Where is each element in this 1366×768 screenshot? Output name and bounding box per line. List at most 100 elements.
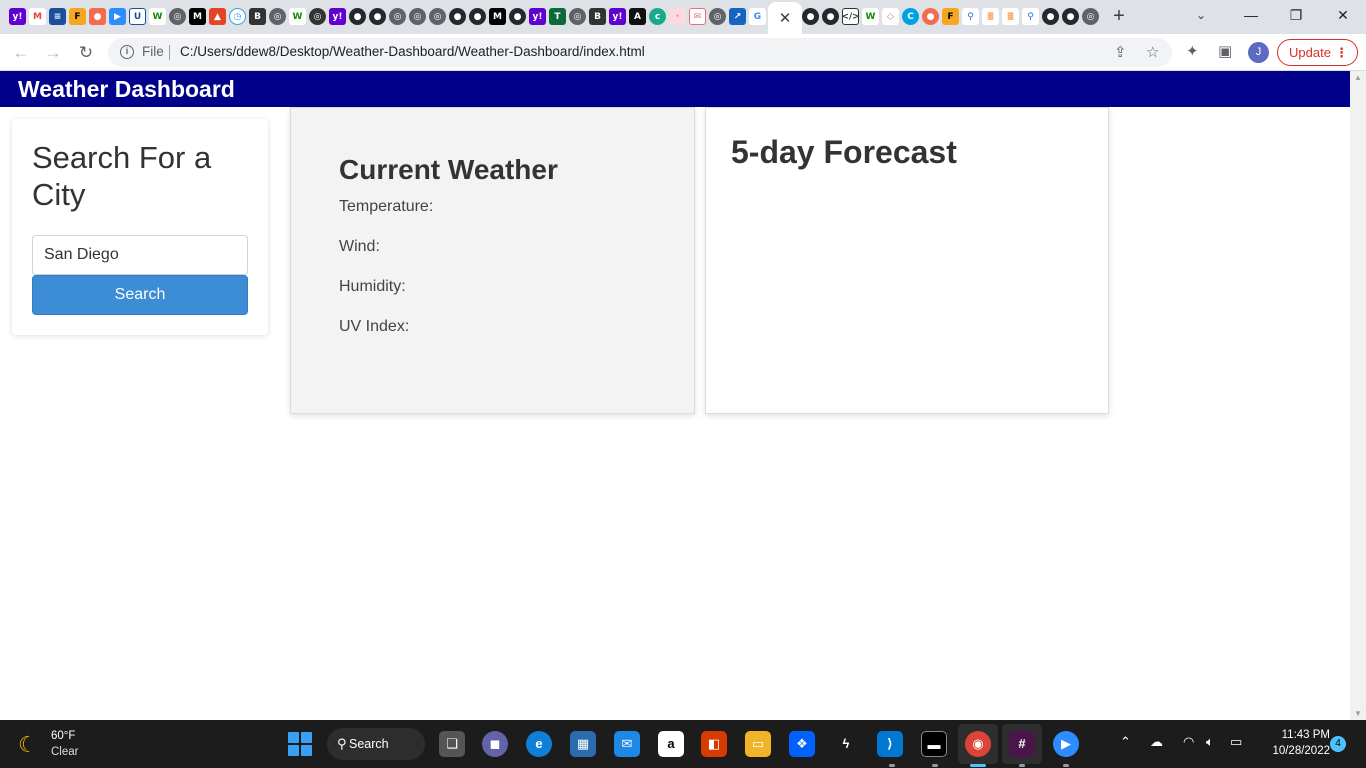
yahoo-tab-icon[interactable]: y! — [609, 8, 626, 25]
zoom-tab-icon[interactable]: ▶ — [109, 8, 126, 25]
gitlab-tab-icon[interactable]: ▲ — [209, 8, 226, 25]
side-panel-icon[interactable]: ▣ — [1218, 42, 1232, 60]
github-tab-icon[interactable]: ● — [802, 8, 819, 25]
news-tab-icon[interactable]: ≡ — [49, 8, 66, 25]
arrow-tab-icon[interactable]: ↗ — [729, 8, 746, 25]
battery-icon[interactable]: ▭ — [1230, 734, 1242, 750]
globe-tab-icon[interactable]: ◎ — [389, 8, 406, 25]
site-info-icon[interactable]: i — [120, 45, 134, 59]
ti-tab-icon[interactable]: T — [549, 8, 566, 25]
chrome-icon[interactable]: ◉ — [965, 731, 991, 757]
search-button[interactable]: Search — [32, 275, 248, 315]
kebab-menu-icon[interactable]: ⋮ — [1335, 40, 1348, 65]
mail-icon[interactable]: ✉ — [614, 731, 640, 757]
clock-time[interactable]: 11:43 PM — [1270, 729, 1330, 741]
onedrive-cloud-icon[interactable]: ☁ — [1150, 734, 1163, 750]
globe-tab-icon[interactable]: ◎ — [269, 8, 286, 25]
amazon-icon[interactable]: a — [658, 731, 684, 757]
fs-tab-icon[interactable]: F — [942, 8, 959, 25]
task-view-icon[interactable]: ❏ — [439, 731, 465, 757]
bookmark-star-icon[interactable]: ☆ — [1146, 43, 1159, 61]
profile-avatar[interactable]: J — [1248, 42, 1269, 63]
extensions-puzzle-icon[interactable]: ✦ — [1186, 42, 1199, 60]
google-tab-icon[interactable]: G — [749, 8, 766, 25]
close-tab-icon[interactable]: ✕ — [779, 9, 792, 27]
github-tab-icon[interactable]: ● — [509, 8, 526, 25]
update-button[interactable]: Update ⋮ — [1277, 39, 1358, 66]
reload-icon[interactable]: ↻ — [74, 41, 98, 65]
clock-date[interactable]: 10/28/2022 — [1255, 745, 1330, 757]
medium-tab-icon[interactable]: M — [489, 8, 506, 25]
yahoo-tab-icon[interactable]: y! — [329, 8, 346, 25]
mail-tab-icon[interactable]: ✉ — [689, 8, 706, 25]
globe-tab-icon[interactable]: ◎ — [1082, 8, 1099, 25]
city-search-input[interactable] — [32, 235, 248, 275]
minimize-window-icon[interactable]: — — [1236, 5, 1266, 25]
microsoft-store-icon[interactable]: ▦ — [570, 731, 596, 757]
share-icon[interactable]: ⇪ — [1114, 43, 1127, 61]
yahoo-tab-icon[interactable]: y! — [529, 8, 546, 25]
forward-arrow-icon[interactable]: → — [41, 41, 65, 65]
search-tab-icon[interactable]: ⚲ — [962, 8, 979, 25]
octopus-tab-icon[interactable]: ● — [922, 8, 939, 25]
globe-tab-icon[interactable]: ◎ — [169, 8, 186, 25]
url-text[interactable]: C:/Users/ddew8/Desktop/Weather-Dashboard… — [180, 44, 645, 59]
upwork-tab-icon[interactable]: W — [149, 8, 166, 25]
active-tab[interactable]: ✕ — [768, 2, 802, 34]
clock-tab-icon[interactable]: ◷ — [229, 8, 246, 25]
page-scrollbar[interactable]: ▲ ▼ — [1350, 71, 1366, 720]
teams-chat-icon[interactable]: ◼ — [482, 731, 508, 757]
github-tab-icon[interactable]: ● — [822, 8, 839, 25]
github-tab-icon[interactable]: ● — [469, 8, 486, 25]
back-arrow-icon[interactable]: ← — [9, 41, 33, 65]
new-tab-button[interactable]: + — [1109, 6, 1129, 26]
medium-tab-icon[interactable]: M — [189, 8, 206, 25]
c-tab-icon[interactable]: c — [649, 8, 666, 25]
globe-tab-icon[interactable]: ◎ — [429, 8, 446, 25]
globe-tab-icon[interactable]: ◎ — [709, 8, 726, 25]
search-tab-icon[interactable]: ⚲ — [1022, 8, 1039, 25]
loading-tab-icon[interactable]: · — [669, 8, 686, 25]
bootstrap-tab-icon[interactable]: B — [249, 8, 266, 25]
globe-tab-icon[interactable]: ◎ — [409, 8, 426, 25]
github-tab-icon[interactable]: ● — [1042, 8, 1059, 25]
scroll-up-arrow-icon[interactable]: ▲ — [1354, 73, 1362, 82]
github-tab-icon[interactable]: ● — [369, 8, 386, 25]
taskbar-search-button[interactable]: ⚲ Search — [327, 728, 425, 760]
globe-tab-icon[interactable]: ◎ — [569, 8, 586, 25]
zoom-icon[interactable]: ▶ — [1053, 731, 1079, 757]
office-icon[interactable]: ◧ — [701, 731, 727, 757]
lightning-app-icon[interactable]: ϟ — [833, 731, 859, 757]
cube-tab-icon[interactable]: ◇ — [882, 8, 899, 25]
close-window-icon[interactable]: ✕ — [1328, 5, 1358, 25]
bootstrap-tab-icon[interactable]: B — [589, 8, 606, 25]
tab-search-chevron-icon[interactable]: ⌄ — [1196, 8, 1206, 22]
yahoo-tab-icon[interactable]: y! — [9, 8, 26, 25]
vscode-icon[interactable]: ⟩ — [877, 731, 903, 757]
a-tab-icon[interactable]: A — [629, 8, 646, 25]
upwork-tab-icon[interactable]: W — [289, 8, 306, 25]
upwork-tab-icon[interactable]: W — [862, 8, 879, 25]
slack-icon[interactable]: # — [1009, 731, 1035, 757]
fs-tab-icon[interactable]: F — [69, 8, 86, 25]
dropbox-icon[interactable]: ❖ — [789, 731, 815, 757]
stackoverflow-tab-icon[interactable]: ≣ — [1002, 8, 1019, 25]
wifi-icon[interactable]: ◠ — [1183, 734, 1194, 750]
restore-window-icon[interactable]: ❐ — [1281, 5, 1311, 25]
octopus-tab-icon[interactable]: ● — [89, 8, 106, 25]
c-tab-icon[interactable]: C — [902, 8, 919, 25]
github-tab-icon[interactable]: ● — [449, 8, 466, 25]
stackoverflow-tab-icon[interactable]: ≣ — [982, 8, 999, 25]
terminal-icon[interactable]: ▬ — [921, 731, 947, 757]
windows-start-icon[interactable] — [288, 732, 312, 756]
github-tab-icon[interactable]: ● — [349, 8, 366, 25]
code-tab-icon[interactable]: </> — [842, 8, 859, 25]
volume-icon[interactable]: 🔈︎ — [1206, 734, 1214, 750]
file-explorer-icon[interactable]: ▭ — [745, 731, 771, 757]
edge-browser-icon[interactable]: e — [526, 731, 552, 757]
ucr-tab-icon[interactable]: U — [129, 8, 146, 25]
tray-overflow-chevron-icon[interactable]: ⌃ — [1120, 734, 1131, 750]
gmail-tab-icon[interactable]: M — [29, 8, 46, 25]
scroll-down-arrow-icon[interactable]: ▼ — [1354, 709, 1362, 718]
globe-tab-icon[interactable]: ◎ — [309, 8, 326, 25]
